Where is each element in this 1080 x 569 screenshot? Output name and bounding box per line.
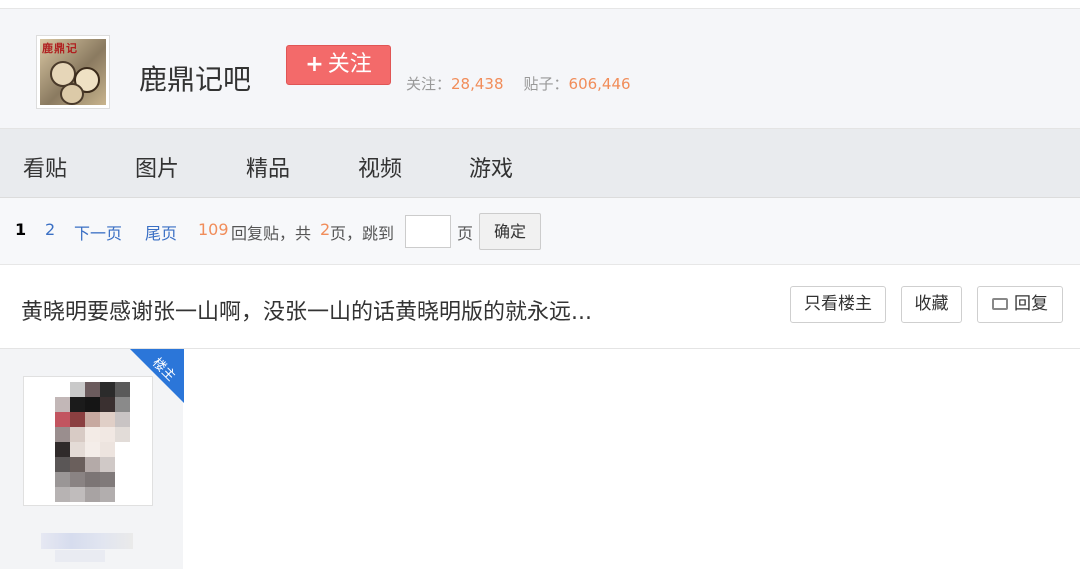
reply-text: 回复贴，共: [231, 224, 312, 243]
tab-featured[interactable]: 精品: [246, 151, 290, 183]
tab-games[interactable]: 游戏: [469, 151, 513, 183]
tab-posts[interactable]: 看贴: [23, 151, 67, 183]
forum-nav: 看贴 图片 精品 视频 游戏: [0, 129, 1080, 198]
reply-count: 109: [198, 220, 229, 239]
jump-page-input[interactable]: [405, 215, 451, 248]
plus-icon: +: [305, 52, 324, 77]
posts-label: 贴子：: [523, 75, 569, 93]
forum-header: 鹿鼎记 鹿鼎记吧 + 关注 关注：28,438 贴子：606,446: [0, 9, 1080, 129]
tab-images[interactable]: 图片: [135, 151, 179, 183]
op-badge: 楼主: [130, 349, 184, 403]
thread-title-bar: 黄晓明要感谢张一山啊，没张一山的话黄晓明版的就永远... 只看楼主 收藏 回复: [0, 265, 1080, 349]
confirm-jump-button[interactable]: 确定: [479, 213, 541, 250]
page-unit: 页: [457, 224, 474, 243]
jump-label: 页，跳到: [330, 224, 395, 243]
thread-title: 黄晓明要感谢张一山啊，没张一山的话黄晓明版的就永远...: [21, 300, 592, 325]
total-pages: 2: [320, 220, 331, 239]
posts-count: 606,446: [568, 75, 631, 93]
avatar-image: [40, 382, 130, 502]
follow-button[interactable]: + 关注: [286, 45, 391, 85]
only-op-button[interactable]: 只看楼主: [790, 286, 886, 323]
user-level-blurred: [55, 550, 105, 562]
forum-logo-image: 鹿鼎记: [40, 39, 106, 105]
comment-icon: [992, 298, 1008, 310]
forum-name[interactable]: 鹿鼎记吧: [139, 58, 251, 98]
logo-text: 鹿鼎记: [42, 42, 78, 55]
followers-count: 28,438: [451, 75, 504, 93]
page-2-link[interactable]: 2: [45, 220, 55, 239]
followers-label: 关注：: [406, 75, 452, 93]
forum-logo[interactable]: 鹿鼎记: [36, 35, 110, 109]
tab-videos[interactable]: 视频: [358, 151, 402, 183]
last-page-link[interactable]: 尾页: [145, 220, 177, 244]
current-page: 1: [15, 220, 27, 239]
next-page-link[interactable]: 下一页: [74, 220, 122, 244]
username-blurred[interactable]: [41, 533, 133, 549]
reply-button[interactable]: 回复: [977, 286, 1063, 323]
forum-stats: 关注：28,438 贴子：606,446: [406, 73, 651, 94]
reply-label: 回复: [1014, 294, 1048, 314]
follow-label: 关注: [327, 52, 372, 77]
top-strip: [0, 0, 1080, 9]
favorite-button[interactable]: 收藏: [901, 286, 962, 323]
